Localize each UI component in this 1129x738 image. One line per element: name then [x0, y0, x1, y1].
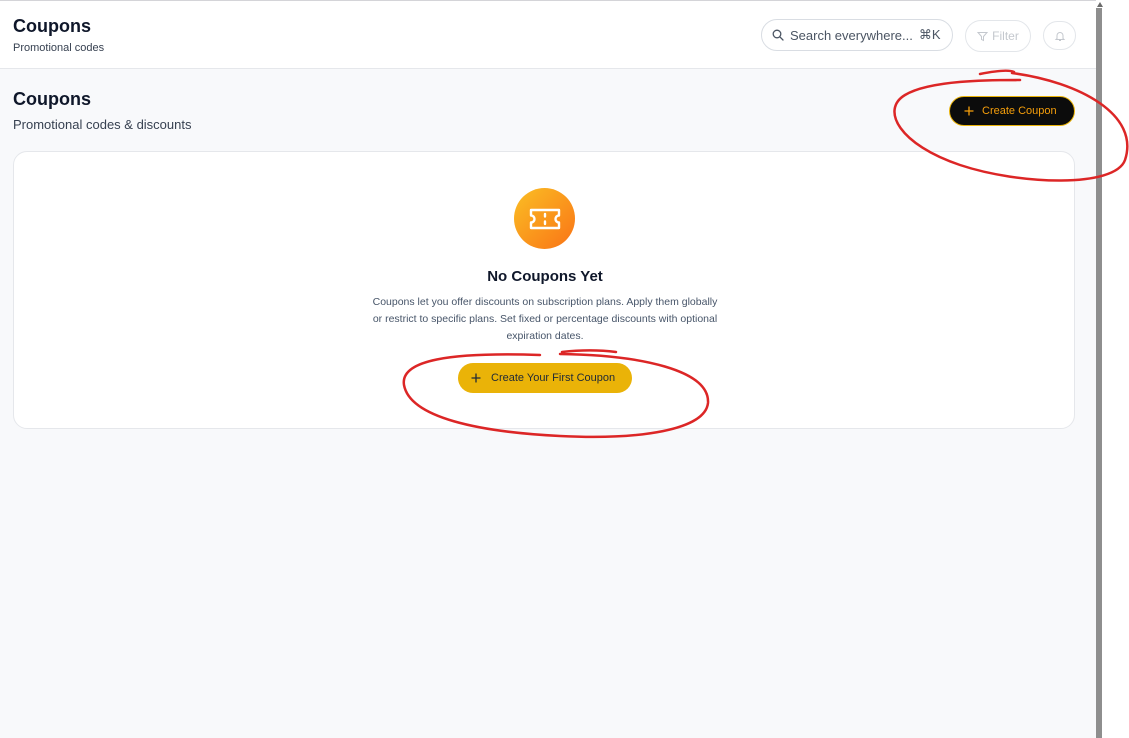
scroll-up-arrow-icon[interactable] [1096, 0, 1104, 8]
plus-icon [964, 106, 974, 116]
filter-icon [977, 31, 989, 41]
filter-button[interactable]: Filter [965, 20, 1031, 52]
header-subtitle: Promotional codes [13, 42, 105, 54]
search-input[interactable]: Search everywhere... ⌘K [761, 19, 953, 51]
empty-state-description: Coupons let you offer discounts on subsc… [372, 296, 718, 342]
create-first-coupon-label: Create Your First Coupon [491, 372, 616, 384]
empty-state-title: No Coupons Yet [487, 268, 603, 285]
bell-icon [1054, 31, 1065, 41]
empty-state-icon-circle [514, 188, 575, 249]
header-title: Coupons [13, 16, 91, 36]
page-subtitle: Promotional codes & discounts [13, 117, 192, 132]
app-window: Coupons Promotional codes Search everywh… [0, 0, 1096, 738]
create-coupon-label: Create Coupon [982, 105, 1057, 117]
ticket-icon [529, 208, 560, 229]
empty-state-card: No Coupons Yet Coupons let you offer dis… [13, 151, 1075, 429]
page-title: Coupons [13, 89, 91, 109]
search-placeholder: Search everywhere... [790, 27, 913, 43]
search-icon [772, 29, 784, 41]
search-shortcut: ⌘K [918, 27, 941, 42]
notifications-button[interactable] [1043, 21, 1076, 50]
plus-icon [471, 373, 481, 383]
filter-label: Filter [992, 29, 1019, 43]
create-coupon-button[interactable]: Create Coupon [949, 96, 1075, 126]
top-header: Coupons Promotional codes Search everywh… [0, 1, 1096, 69]
viewport: Coupons Promotional codes Search everywh… [0, 0, 1129, 738]
scrollbar[interactable] [1096, 8, 1102, 738]
create-first-coupon-button[interactable]: Create Your First Coupon [458, 363, 632, 393]
